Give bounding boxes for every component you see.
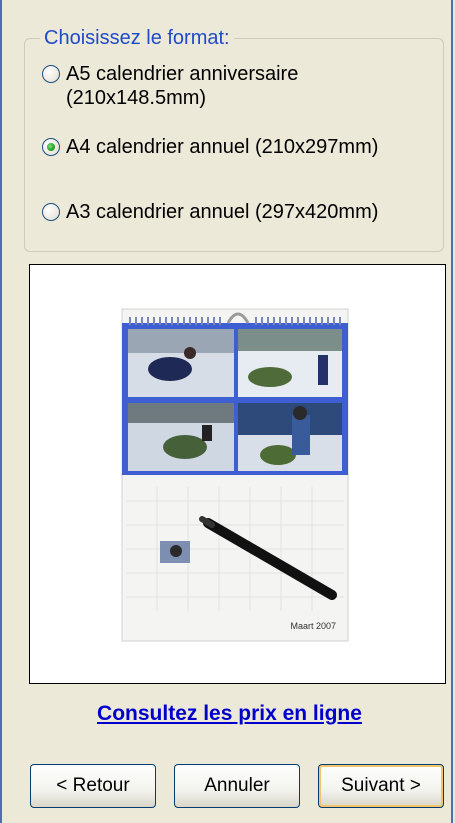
- radio-a4[interactable]: [42, 138, 60, 156]
- format-option-a5-label: A5 calendrier anniversaire (210x148.5mm): [66, 63, 299, 109]
- wizard-panel: Choisissez le format: A5 calendrier anni…: [0, 0, 453, 823]
- back-button[interactable]: < Retour: [30, 764, 156, 808]
- next-button[interactable]: Suivant >: [318, 764, 444, 808]
- format-option-a4[interactable]: A4 calendrier annuel (210x297mm): [42, 135, 406, 159]
- online-prices-link[interactable]: Consultez les prix en ligne: [2, 702, 455, 726]
- calendar-month-caption: Maart 2007: [290, 621, 336, 631]
- radio-a3[interactable]: [42, 203, 60, 221]
- format-group-title: Choisissez le format:: [40, 26, 234, 50]
- format-option-a4-label: A4 calendrier annuel (210x297mm): [66, 136, 379, 158]
- calendar-preview-image: Maart 2007: [121, 308, 349, 642]
- format-option-a5[interactable]: A5 calendrier anniversaire (210x148.5mm): [42, 62, 406, 110]
- format-option-a3-label: A3 calendrier annuel (297x420mm): [66, 201, 379, 223]
- radio-a5[interactable]: [42, 65, 60, 83]
- calendar-preview: Maart 2007: [29, 264, 446, 684]
- format-option-a3[interactable]: A3 calendrier annuel (297x420mm): [42, 200, 406, 224]
- cancel-button[interactable]: Annuler: [174, 764, 300, 808]
